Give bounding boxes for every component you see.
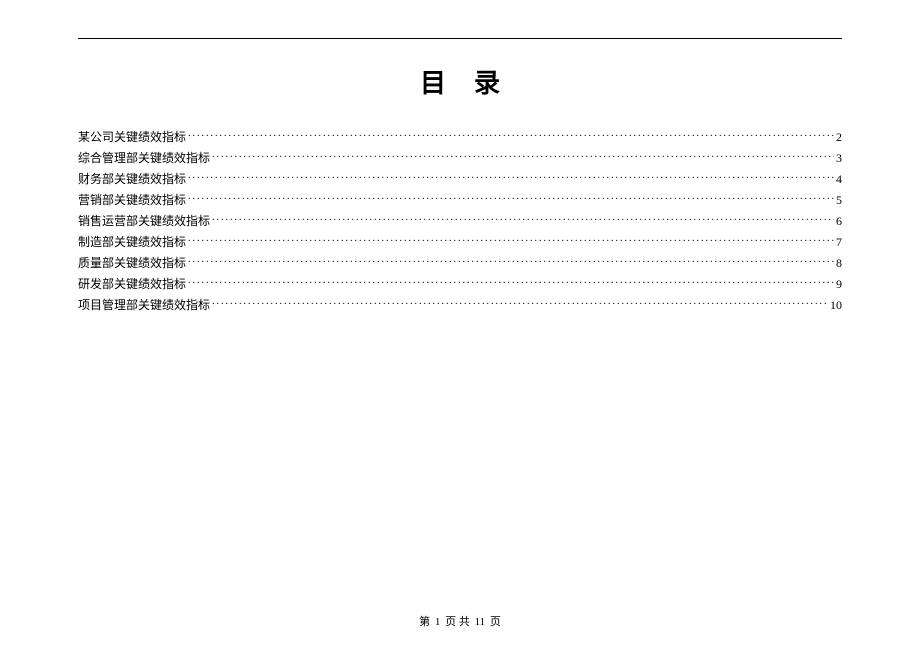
footer-total-pages: 11: [475, 616, 486, 628]
toc-label: 研发部关键绩效指标: [78, 275, 186, 293]
toc-label: 销售运营部关键绩效指标: [78, 212, 210, 230]
document-page: 目录 某公司关键绩效指标 2 综合管理部关键绩效指标 3 财务部关键绩效指标 4…: [0, 0, 920, 314]
toc-page-number: 6: [836, 212, 842, 230]
toc-leader: [188, 129, 834, 141]
toc-leader: [212, 213, 834, 225]
toc-entry: 研发部关键绩效指标 9: [78, 275, 842, 293]
toc-leader: [188, 192, 834, 204]
toc-page-number: 5: [836, 191, 842, 209]
toc-leader: [212, 150, 834, 162]
toc-page-number: 4: [836, 170, 842, 188]
toc-leader: [188, 255, 834, 267]
toc-entry: 某公司关键绩效指标 2: [78, 128, 842, 146]
toc-entry: 制造部关键绩效指标 7: [78, 233, 842, 251]
toc-entry: 财务部关键绩效指标 4: [78, 170, 842, 188]
toc-entry: 质量部关键绩效指标 8: [78, 254, 842, 272]
toc-leader: [188, 234, 834, 246]
top-rule: [78, 38, 842, 39]
footer-current-page: 1: [435, 616, 441, 628]
toc-label: 制造部关键绩效指标: [78, 233, 186, 251]
toc-entry: 营销部关键绩效指标 5: [78, 191, 842, 209]
footer-mid: 页 共: [445, 616, 470, 628]
toc-label: 质量部关键绩效指标: [78, 254, 186, 272]
toc-leader: [188, 171, 834, 183]
toc-label: 项目管理部关键绩效指标: [78, 296, 210, 314]
toc-label: 财务部关键绩效指标: [78, 170, 186, 188]
toc-page-number: 9: [836, 275, 842, 293]
toc-page-number: 3: [836, 149, 842, 167]
toc-entry: 综合管理部关键绩效指标 3: [78, 149, 842, 167]
footer-prefix: 第: [419, 616, 430, 628]
toc-leader: [212, 297, 828, 309]
toc-label: 综合管理部关键绩效指标: [78, 149, 210, 167]
toc-entry: 销售运营部关键绩效指标 6: [78, 212, 842, 230]
page-title: 目录: [78, 63, 842, 100]
toc-page-number: 8: [836, 254, 842, 272]
table-of-contents: 某公司关键绩效指标 2 综合管理部关键绩效指标 3 财务部关键绩效指标 4 营销…: [78, 128, 842, 314]
toc-page-number: 7: [836, 233, 842, 251]
toc-label: 营销部关键绩效指标: [78, 191, 186, 209]
toc-page-number: 10: [830, 296, 842, 314]
toc-label: 某公司关键绩效指标: [78, 128, 186, 146]
toc-leader: [188, 276, 834, 288]
footer-suffix: 页: [490, 616, 501, 628]
page-footer: 第 1 页 共 11 页: [0, 613, 920, 629]
toc-page-number: 2: [836, 128, 842, 146]
toc-entry: 项目管理部关键绩效指标 10: [78, 296, 842, 314]
